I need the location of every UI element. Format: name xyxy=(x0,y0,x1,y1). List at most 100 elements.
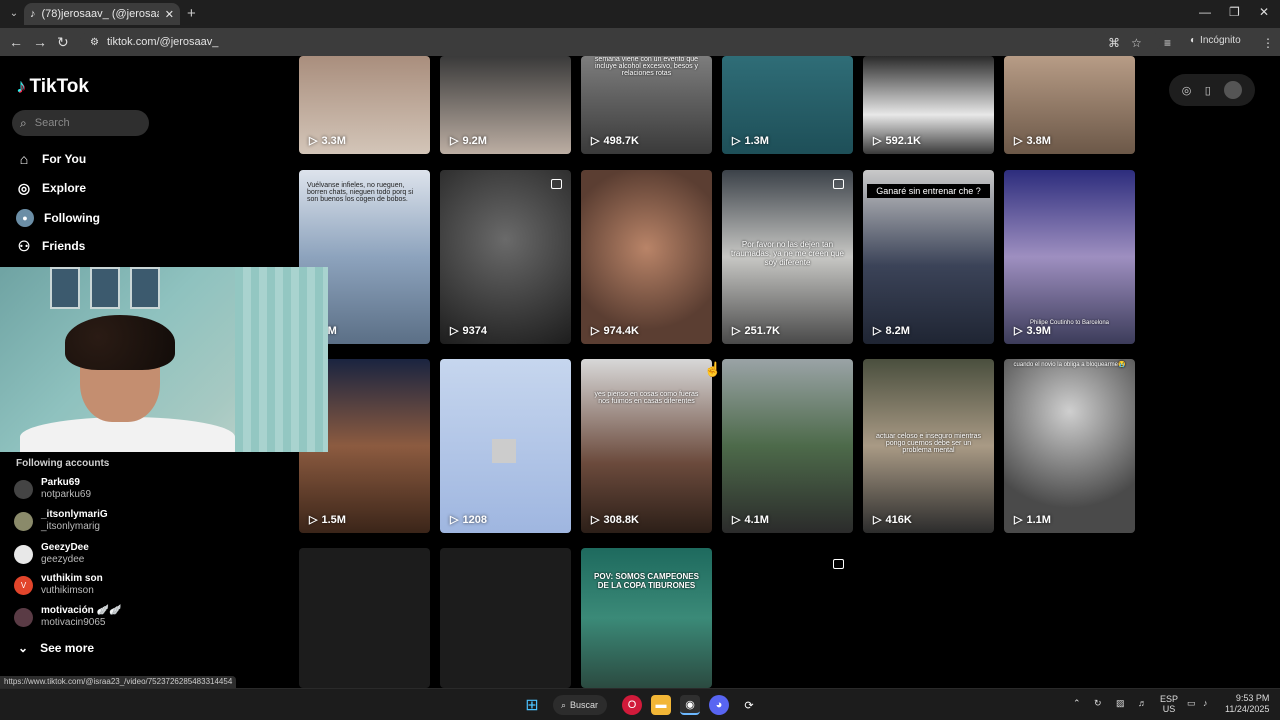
photo-carousel-icon xyxy=(551,179,562,189)
browser-tab[interactable]: ♪ (78)jerosaav_ (@jerosaav_) | Tik ✕ xyxy=(24,3,180,25)
video-tile[interactable]: ▷ 592.1K xyxy=(863,56,994,154)
view-count: ▷ 3.3M xyxy=(309,134,346,148)
video-tile-loading[interactable] xyxy=(299,548,430,688)
display-icon[interactable]: ▭ xyxy=(1187,698,1196,709)
restore-icon[interactable]: ❐ xyxy=(1229,5,1240,19)
sync-icon[interactable]: ↻ xyxy=(1094,698,1102,709)
see-more-button[interactable]: ⌄ See more xyxy=(18,641,94,655)
play-icon: ▷ xyxy=(873,514,882,526)
video-tile[interactable]: ▷ 3.8M xyxy=(1004,56,1135,154)
incognito-indicator[interactable]: ◐ Incógnito xyxy=(1190,35,1241,46)
language-indicator[interactable]: ESP US xyxy=(1160,694,1178,714)
nav-following[interactable]: ● Following xyxy=(16,209,100,227)
windows-start-icon[interactable]: ⊞ xyxy=(522,695,542,715)
nav-friends[interactable]: ⚇ Friends xyxy=(16,238,86,254)
url-text[interactable]: tiktok.com/@jerosaav_ xyxy=(107,36,218,48)
account-name: motivación 🪽🪽 xyxy=(41,605,122,616)
media-controls-icon[interactable]: ≡ xyxy=(1164,36,1171,50)
bookmark-star-icon[interactable]: ☆ xyxy=(1131,36,1142,50)
play-icon: ▷ xyxy=(591,325,600,337)
clock-time: 9:53 PM xyxy=(1235,693,1270,703)
compass-icon[interactable]: ◎ xyxy=(1182,84,1192,97)
file-explorer-icon[interactable]: ▬ xyxy=(651,695,671,715)
video-tile[interactable]: ▷ 3.3M xyxy=(299,56,430,154)
account-item[interactable]: V vuthikim son vuthikimson xyxy=(14,573,103,597)
view-count: ▷ 1208 xyxy=(450,513,487,527)
search-input[interactable]: ⌕ Search xyxy=(12,110,149,136)
video-tile-loading[interactable] xyxy=(440,548,571,688)
clock[interactable]: 9:53 PM 11/24/2025 xyxy=(1225,693,1269,715)
webcam-overlay xyxy=(0,267,328,452)
volume-icon[interactable]: ♪ xyxy=(1203,698,1208,708)
view-count: ▷ 1.5M xyxy=(309,513,346,527)
window-close-icon[interactable]: ✕ xyxy=(1259,5,1269,19)
video-tile[interactable]: ▷ 1208 xyxy=(440,359,571,533)
phone-icon[interactable]: ▯ xyxy=(1205,84,1211,97)
account-item[interactable]: _itsonlymariG _itsonlymarig xyxy=(14,509,108,533)
account-handle: motivacin9065 xyxy=(41,617,106,628)
play-icon: ▷ xyxy=(591,514,600,526)
view-count: ▷ 9.2M xyxy=(450,134,487,148)
video-tile[interactable]: Ganaré sin entrenar che ? ▷ 8.2M xyxy=(863,170,994,344)
video-tile[interactable]: Philipe Coutinho to Barcelona ▷ 3.9M xyxy=(1004,170,1135,344)
tab-search-chevron-icon[interactable]: ⌄ xyxy=(6,6,22,22)
account-handle: notparku69 xyxy=(41,489,92,500)
video-caption: semana viene con un evento que incluye a… xyxy=(594,56,699,77)
tiktok-page: ♪ TikTok ⌕ Search ⌂ For You ◎ Explore ● … xyxy=(0,56,1280,688)
video-tile[interactable]: ▷ 4.1M xyxy=(722,359,853,533)
tab-close-icon[interactable]: ✕ xyxy=(165,8,174,21)
tab-title: (78)jerosaav_ (@jerosaav_) | Tik xyxy=(41,8,159,20)
video-tile[interactable]: ▷ 1.3M xyxy=(722,56,853,154)
account-item[interactable]: Parku69 notparku69 xyxy=(14,477,91,501)
account-name: GeezyDee xyxy=(41,542,89,553)
nav-label: For You xyxy=(42,152,87,166)
site-info-icon[interactable]: ⚙ xyxy=(90,37,99,48)
play-icon: ▷ xyxy=(309,135,318,147)
tiktok-favicon-icon: ♪ xyxy=(30,8,36,20)
video-tile[interactable]: ▷ 9.2M xyxy=(440,56,571,154)
nav-explore[interactable]: ◎ Explore xyxy=(16,180,86,196)
opera-icon[interactable]: O xyxy=(622,695,642,715)
taskbar-search[interactable]: ⌕ Buscar xyxy=(553,695,607,715)
account-item[interactable]: GeezyDee geezydee xyxy=(14,542,89,566)
chrome-icon[interactable]: ◉ xyxy=(680,695,700,715)
microphone-icon[interactable]: ♬ xyxy=(1138,698,1147,708)
account-name: Parku69 xyxy=(41,477,80,488)
tray-chevron-up-icon[interactable]: ⌃ xyxy=(1073,698,1081,709)
app-icon[interactable]: ⟳ xyxy=(739,695,759,715)
new-tab-icon[interactable]: + xyxy=(187,5,196,22)
video-thumbnail-shape xyxy=(492,439,516,463)
account-handle: vuthikimson xyxy=(41,585,94,596)
profile-avatar[interactable] xyxy=(1224,81,1243,99)
translate-icon[interactable]: ⌘ xyxy=(1108,36,1120,50)
avatar xyxy=(14,544,33,564)
address-bar[interactable]: ⚙ tiktok.com/@jerosaav_ xyxy=(80,31,1160,53)
minimize-icon[interactable]: — xyxy=(1199,5,1211,19)
browser-menu-icon[interactable]: ⋮ xyxy=(1262,36,1274,50)
discord-icon[interactable]: ◕ xyxy=(709,695,729,715)
video-tile[interactable]: ▷ 974.4K xyxy=(581,170,712,344)
search-icon: ⌕ xyxy=(20,115,27,130)
play-icon: ▷ xyxy=(450,325,459,337)
video-tile[interactable]: POV: SOMOS CAMPEONES DE LA COPA TIBURONE… xyxy=(581,548,712,688)
video-tile[interactable]: cuando el novio la obliga a bloquearme😭 … xyxy=(1004,359,1135,533)
windows-taskbar: ⊞ ⌕ Buscar O ▬ ◉ ◕ ⟳ ⌃ ↻ ▨ ♬ ESP US ▭ ♪ … xyxy=(0,688,1280,720)
reload-icon[interactable]: ↻ xyxy=(57,34,69,51)
tiktok-logo[interactable]: ♪ TikTok xyxy=(16,76,89,98)
video-tile[interactable]: actuar celoso e inseguro mientras pongo … xyxy=(863,359,994,533)
search-icon: ⌕ xyxy=(561,699,567,710)
video-tile[interactable]: ▷ 9374 xyxy=(440,170,571,344)
play-icon: ▷ xyxy=(450,514,459,526)
video-tile[interactable]: yes pienso en cosas como fueras nos fuim… xyxy=(581,359,712,533)
following-accounts-header: Following accounts xyxy=(16,458,110,469)
account-item[interactable]: motivación 🪽🪽 motivacin9065 xyxy=(14,605,121,629)
photo-carousel-icon xyxy=(833,179,844,189)
network-icon[interactable]: ▨ xyxy=(1116,698,1125,709)
back-icon[interactable]: ← xyxy=(9,34,23,50)
forward-icon[interactable]: → xyxy=(33,34,47,50)
nav-for-you[interactable]: ⌂ For You xyxy=(16,151,86,167)
video-caption: yes pienso en cosas como fueras nos fuim… xyxy=(594,391,699,405)
play-icon: ▷ xyxy=(732,325,741,337)
video-tile[interactable]: semana viene con un evento que incluye a… xyxy=(581,56,712,154)
video-tile[interactable]: Por favor no las dejen tan traumadas, ya… xyxy=(722,170,853,344)
